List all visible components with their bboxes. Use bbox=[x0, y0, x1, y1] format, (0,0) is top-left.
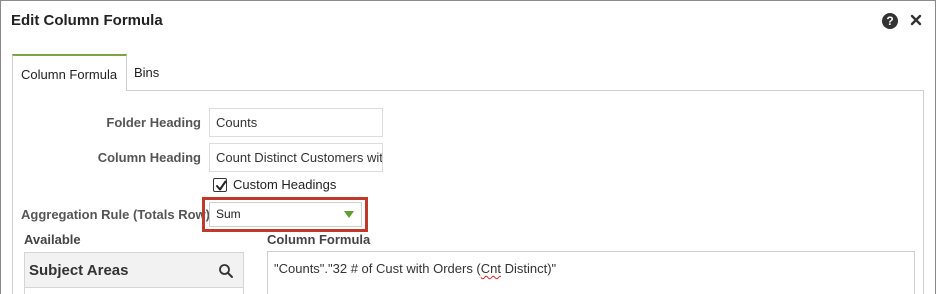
search-icon[interactable] bbox=[218, 263, 234, 279]
custom-headings-label: Custom Headings bbox=[233, 177, 337, 192]
column-heading-input[interactable]: Count Distinct Customers with bbox=[209, 143, 383, 172]
column-heading-label: Column Heading bbox=[97, 150, 201, 165]
dropdown-arrow-icon bbox=[344, 211, 354, 218]
help-icon[interactable]: ? bbox=[882, 13, 898, 29]
aggregation-rule-label: Aggregation Rule (Totals Row) bbox=[21, 207, 210, 222]
folder-heading-input[interactable]: Counts bbox=[209, 108, 383, 137]
column-formula-editor[interactable]: "Counts"."32 # of Cust with Orders (Cnt … bbox=[267, 251, 915, 294]
aggregation-rule-value: Sum bbox=[216, 207, 241, 221]
subject-areas-panel: Subject Areas bbox=[24, 252, 244, 294]
dialog-title: Edit Column Formula bbox=[11, 12, 163, 29]
checkmark-icon bbox=[216, 180, 227, 191]
folder-heading-label: Folder Heading bbox=[106, 115, 201, 130]
formula-text-after: Distinct)" bbox=[501, 261, 557, 276]
formula-spellcheck-word: Cnt bbox=[480, 261, 501, 276]
tab-column-formula[interactable]: Column Formula bbox=[12, 54, 127, 91]
close-icon[interactable] bbox=[907, 11, 925, 29]
column-formula-label: Column Formula bbox=[267, 232, 371, 247]
custom-headings-checkbox[interactable] bbox=[213, 178, 227, 192]
edit-column-formula-dialog: Edit Column Formula ? Column Formula Bin… bbox=[0, 0, 936, 294]
subject-areas-list[interactable] bbox=[25, 287, 243, 294]
subject-areas-title: Subject Areas bbox=[29, 262, 129, 279]
aggregation-rule-select[interactable]: Sum bbox=[209, 202, 362, 227]
available-label: Available bbox=[24, 232, 81, 247]
tab-bins[interactable]: Bins bbox=[134, 54, 174, 91]
formula-text-before: "Counts"."32 # of Cust with Orders ( bbox=[274, 261, 481, 276]
